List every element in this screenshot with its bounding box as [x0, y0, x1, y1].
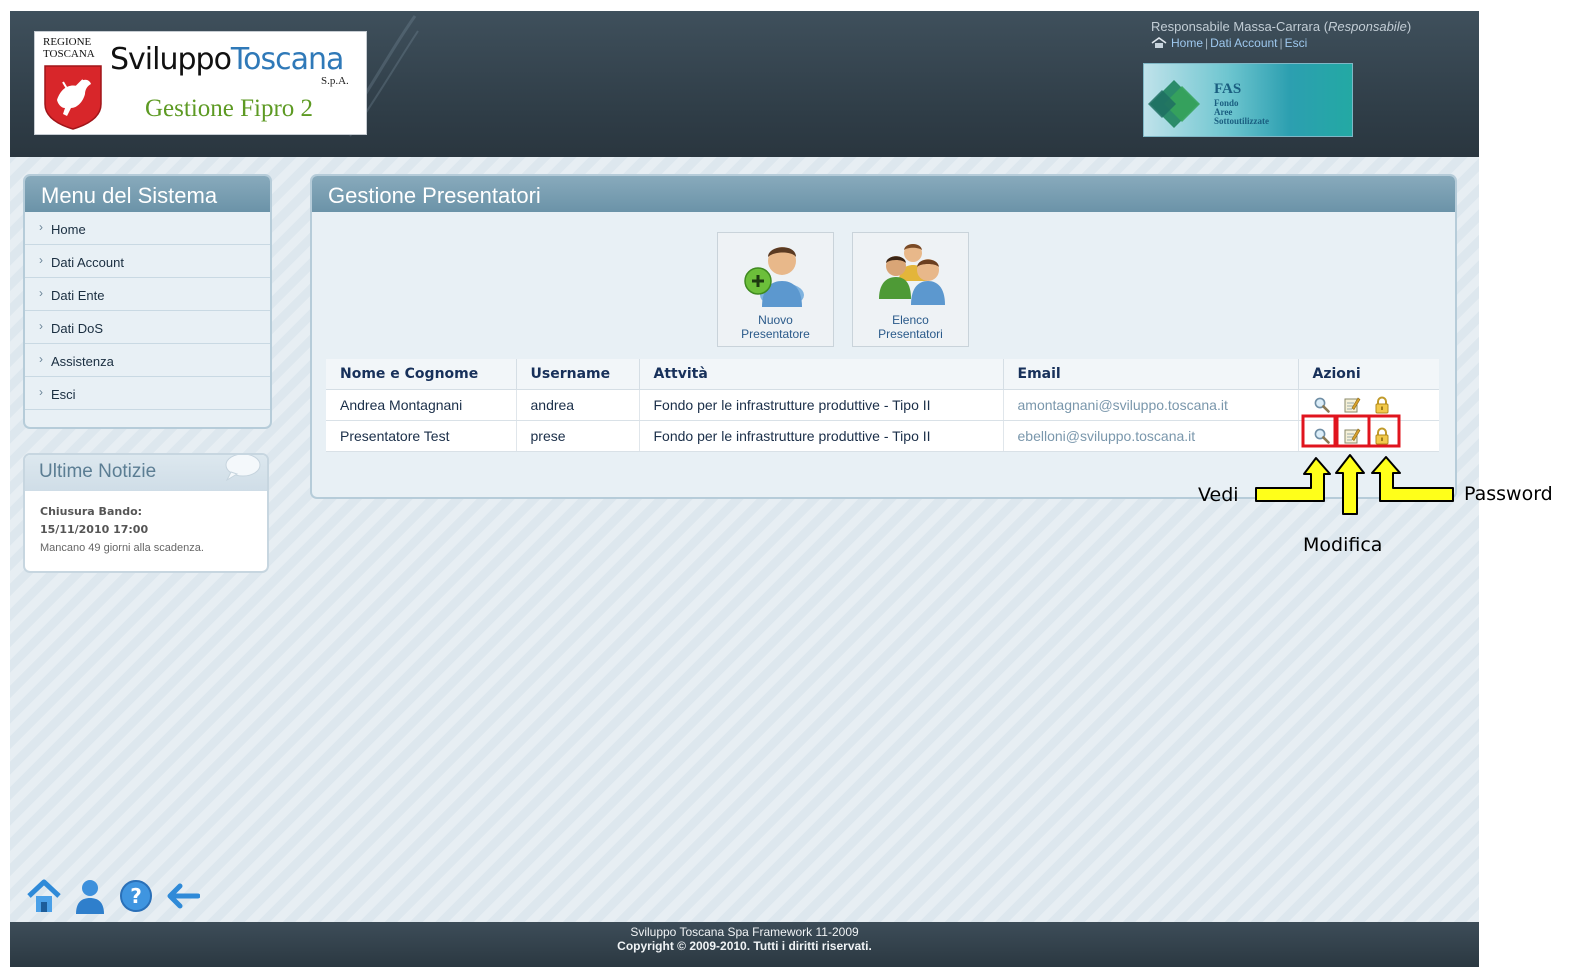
gestione-presentatori-panel: Gestione Presentatori Nuovo Presentatore — [310, 174, 1457, 499]
brand-suffix: S.p.A. — [321, 75, 349, 87]
cell-actions — [1298, 420, 1439, 452]
annotation-label-modifica: Modifica — [1303, 534, 1383, 556]
fas-diamond-icon — [1148, 80, 1200, 128]
brand-wordmark: SviluppoToscana — [110, 42, 344, 77]
application-window: REGIONE TOSCANA SviluppoToscana S.p.A. G… — [10, 11, 1479, 967]
menu-item-assistenza[interactable]: Assistenza — [25, 344, 270, 377]
nav-link-dati-account[interactable]: Dati Account — [1210, 36, 1277, 50]
news-item-title: Chiusura Bando: — [40, 505, 143, 518]
padlock-icon[interactable] — [1373, 427, 1391, 445]
app-name: Gestione Fipro 2 — [145, 95, 314, 122]
cell-username: prese — [516, 420, 640, 452]
help-icon[interactable]: ? — [118, 876, 154, 916]
news-panel: Ultime Notizie Chiusura Bando: 15/11/201… — [23, 453, 269, 573]
magnifier-icon[interactable] — [1313, 396, 1331, 414]
nav-separator: | — [1205, 36, 1209, 50]
sviluppo-toscana-logo[interactable]: REGIONE TOSCANA SviluppoToscana S.p.A. G… — [34, 31, 367, 135]
menu-item-dati-dos[interactable]: Dati DoS — [25, 311, 270, 344]
footer-framework-text: Sviluppo Toscana Spa Framework 11-2009 — [630, 925, 859, 939]
annotation-label-password: Password — [1464, 483, 1553, 505]
user-info: Responsabile Massa-Carrara (Responsabile… — [1151, 19, 1412, 34]
label-line: Presentatori — [878, 327, 943, 341]
user-icon[interactable] — [72, 876, 108, 916]
page-footer: Sviluppo Toscana Spa Framework 11-2009 C… — [10, 922, 1479, 967]
home-small-icon — [1151, 37, 1167, 48]
column-header-email[interactable]: Email — [1003, 359, 1299, 390]
annotation-label-vedi: Vedi — [1198, 484, 1239, 506]
fas-title: FAS — [1214, 81, 1242, 97]
bottom-quick-icons: ? — [26, 876, 200, 916]
table-row: Andrea Montagnani andrea Fondo per le in… — [326, 389, 1439, 421]
brand-part-2: Toscana — [230, 42, 344, 77]
user-name: Responsabile Massa-Carrara — [1151, 19, 1321, 34]
presentatori-table: Nome e Cognome Username Attvità Email Az… — [326, 359, 1439, 452]
padlock-icon[interactable] — [1373, 396, 1391, 414]
user-role: Responsabile — [1328, 19, 1407, 34]
cell-username: andrea — [516, 389, 640, 421]
cell-actions — [1298, 389, 1439, 421]
column-header-azioni: Azioni — [1298, 359, 1439, 390]
label-line: Nuovo — [758, 313, 793, 327]
column-header-nome[interactable]: Nome e Cognome — [326, 359, 517, 390]
fas-subtitle-line: Sottoutilizzate — [1214, 116, 1269, 126]
nuovo-presentatore-button[interactable]: Nuovo Presentatore — [717, 232, 834, 347]
table-header-row: Nome e Cognome Username Attvità Email Az… — [326, 359, 1439, 390]
menu-title: Menu del Sistema — [25, 176, 270, 212]
system-menu-panel: Menu del Sistema Home Dati Account Dati … — [23, 174, 272, 429]
regione-toscana-shield-icon — [44, 65, 102, 130]
menu-item-home[interactable]: Home — [25, 212, 270, 245]
cell-attivita: Fondo per le infrastrutture produttive -… — [639, 389, 1004, 421]
page-title: Gestione Presentatori — [312, 176, 1455, 212]
user-nav: Home | Dati Account | Esci — [1151, 36, 1307, 50]
elenco-presentatori-label: Elenco Presentatori — [853, 313, 968, 341]
menu-item-dati-ente[interactable]: Dati Ente — [25, 278, 270, 311]
table-row: Presentatore Test prese Fondo per le inf… — [326, 420, 1439, 452]
add-user-icon — [743, 247, 804, 307]
nav-link-esci[interactable]: Esci — [1285, 36, 1308, 50]
menu-list: Home Dati Account Dati Ente Dati DoS Ass… — [25, 212, 270, 410]
cell-email[interactable]: amontagnani@sviluppo.toscana.it — [1003, 389, 1299, 421]
cell-attivita: Fondo per le infrastrutture produttive -… — [639, 420, 1004, 452]
regione-toscana-text: REGIONE TOSCANA — [43, 36, 95, 60]
fas-banner[interactable]: FAS Fondo Aree Sottoutilizzate — [1143, 63, 1353, 137]
cell-name: Andrea Montagnani — [326, 389, 517, 421]
magnifier-icon[interactable] — [1313, 427, 1331, 445]
cell-name: Presentatore Test — [326, 420, 517, 452]
news-item-text: Mancano 49 giorni alla scadenza. — [40, 542, 204, 554]
news-title: Ultime Notizie — [39, 461, 157, 482]
cell-email[interactable]: ebelloni@sviluppo.toscana.it — [1003, 420, 1299, 452]
brand-part-1: Sviluppo — [110, 42, 232, 77]
fas-subtitle: Fondo Aree Sottoutilizzate — [1214, 99, 1269, 126]
news-item-date: 15/11/2010 17:00 — [40, 523, 149, 536]
edit-icon[interactable] — [1343, 427, 1361, 445]
back-arrow-icon[interactable] — [164, 876, 200, 916]
menu-item-dati-account[interactable]: Dati Account — [25, 245, 270, 278]
label-line: Presentatore — [741, 327, 810, 341]
speech-bubble-icon — [225, 455, 261, 482]
elenco-presentatori-button[interactable]: Elenco Presentatori — [852, 232, 969, 347]
users-group-icon — [878, 244, 945, 305]
edit-icon[interactable] — [1343, 396, 1361, 414]
footer-copyright: Copyright © 2009-2010. Tutti i diritti r… — [617, 939, 872, 953]
page-header: REGIONE TOSCANA SviluppoToscana S.p.A. G… — [10, 11, 1479, 157]
menu-item-esci[interactable]: Esci — [25, 377, 270, 410]
home-icon[interactable] — [26, 876, 62, 916]
nav-link-home[interactable]: Home — [1171, 36, 1203, 50]
label-line: Elenco — [892, 313, 929, 327]
nuovo-presentatore-label: Nuovo Presentatore — [718, 313, 833, 341]
nav-separator: | — [1279, 36, 1283, 50]
column-header-attivita[interactable]: Attvità — [639, 359, 1004, 390]
news-header: Ultime Notizie — [25, 455, 267, 491]
svg-text:?: ? — [130, 884, 142, 908]
column-header-username[interactable]: Username — [516, 359, 640, 390]
